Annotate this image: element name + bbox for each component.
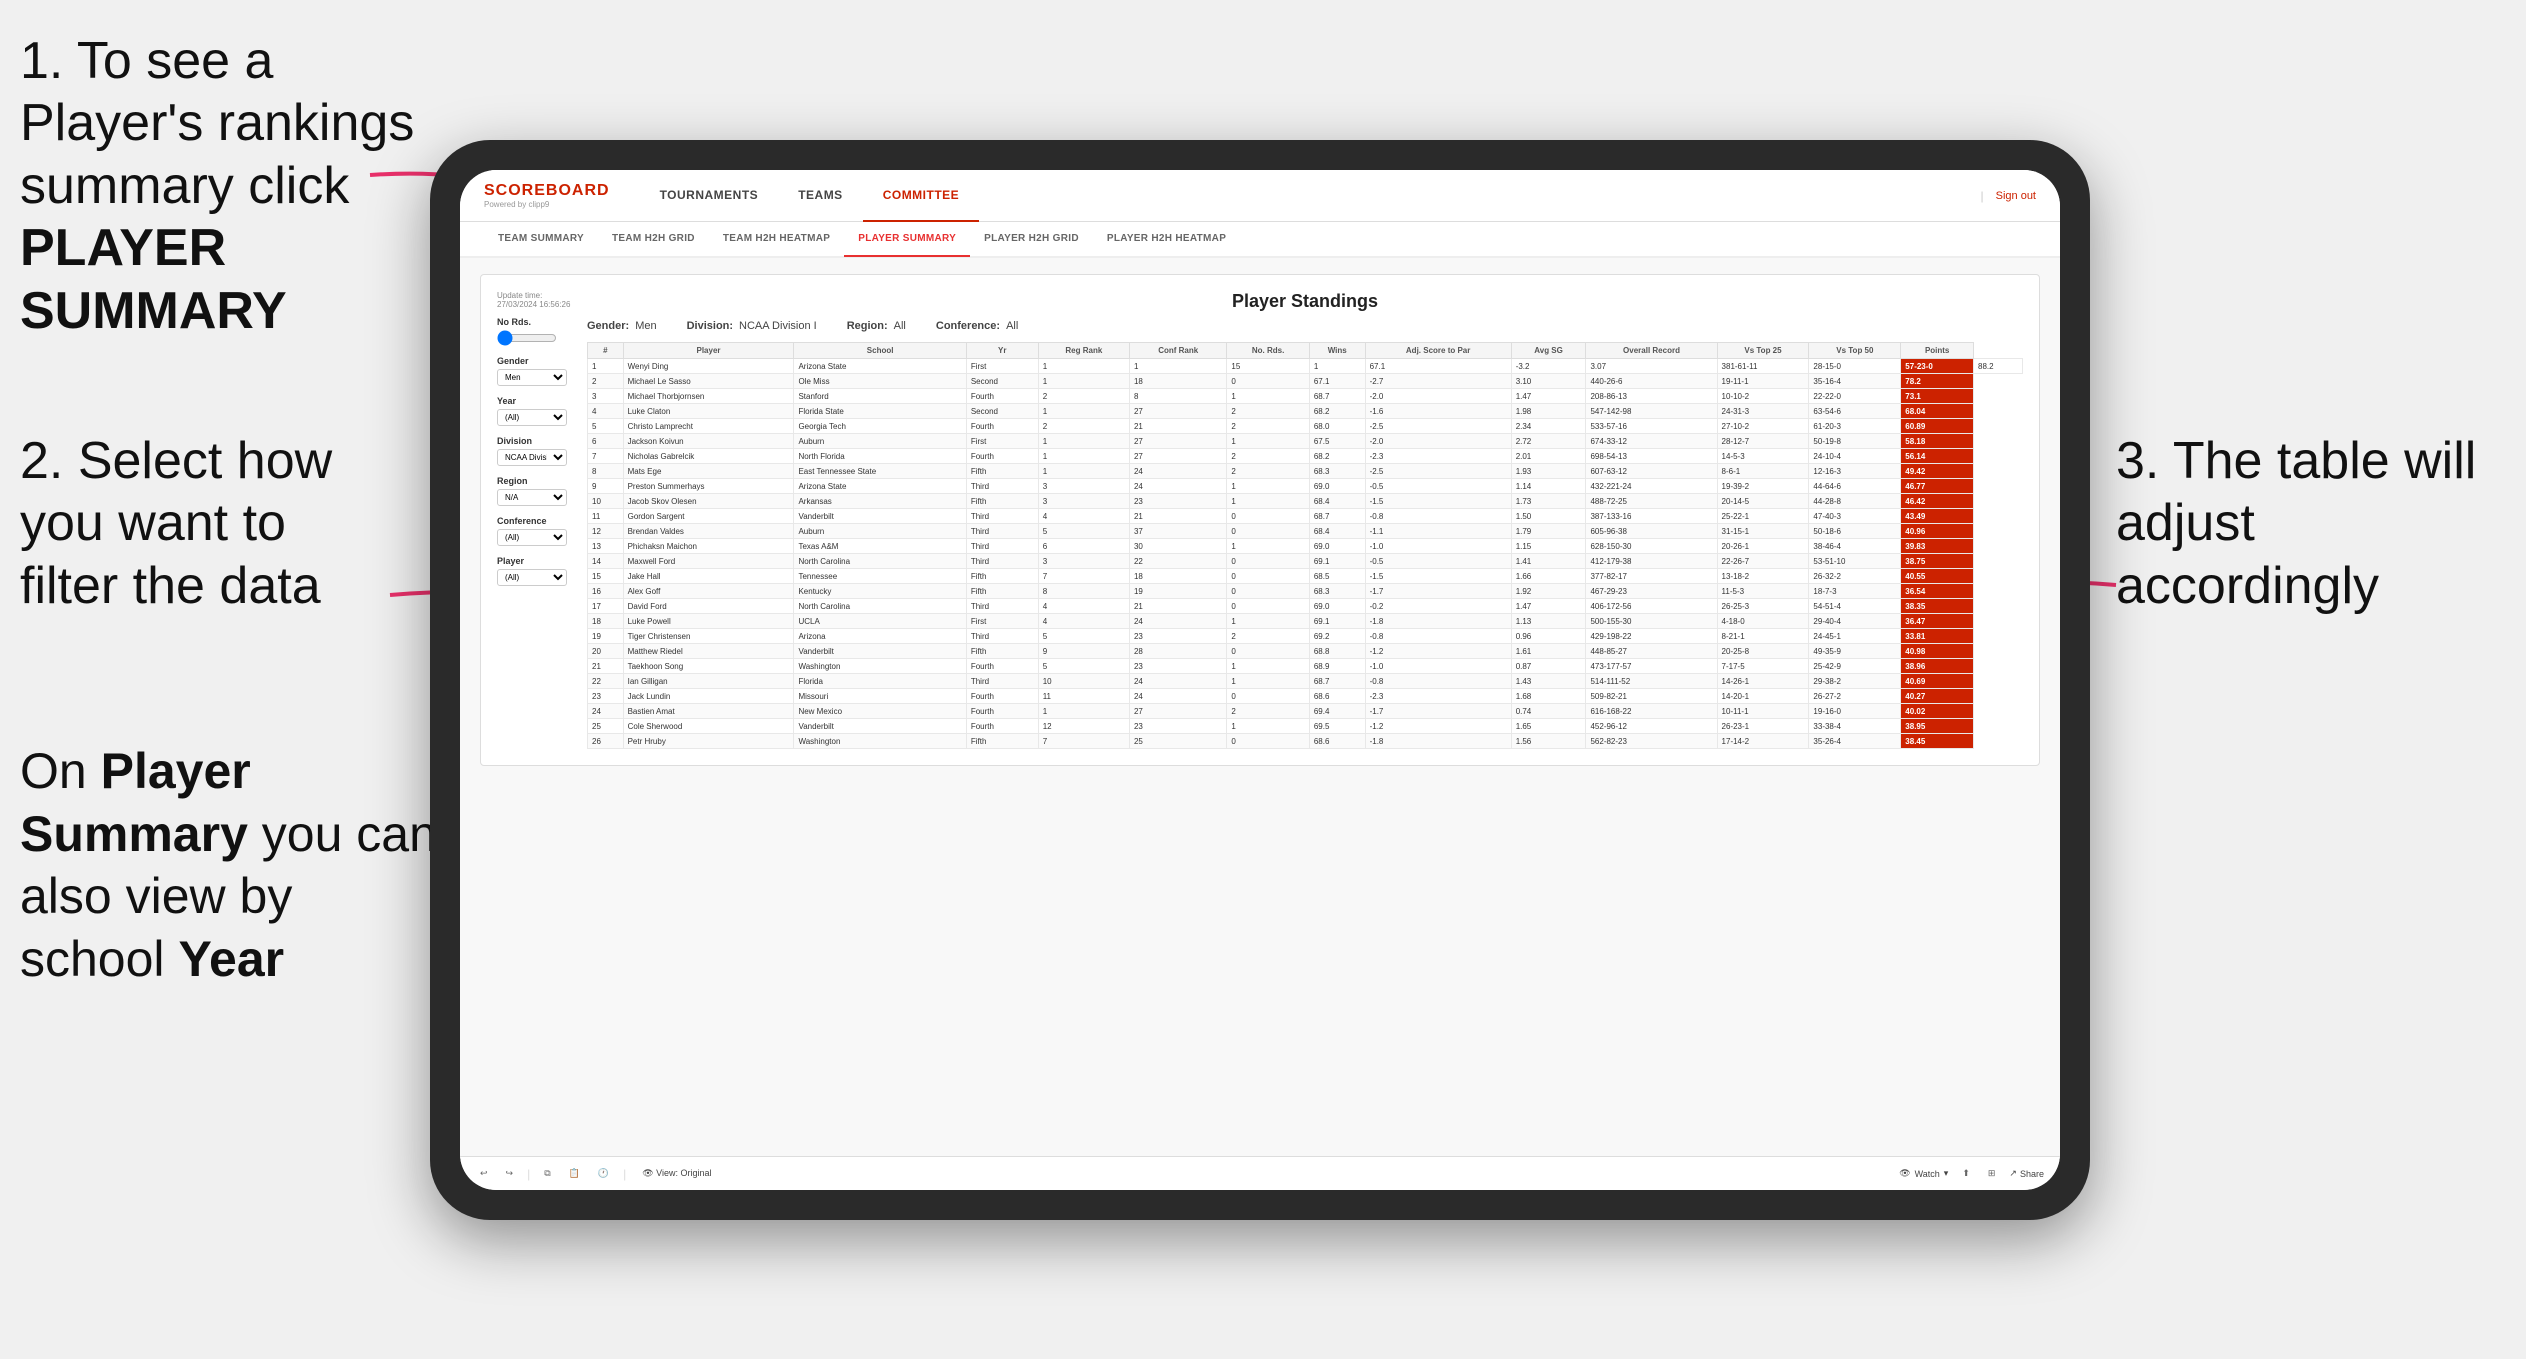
table-row: 3Michael ThorbjornsenStanfordFourth28168…	[588, 389, 2023, 404]
undo-button[interactable]: ↩	[476, 1166, 492, 1181]
redo-button[interactable]: ↪	[502, 1166, 518, 1181]
standings-title: Player Standings	[587, 291, 2023, 312]
col-conf-rank: Conf Rank	[1129, 343, 1226, 359]
copy-button[interactable]: ⧉	[540, 1166, 554, 1181]
table-row: 17David FordNorth CarolinaThird421069.0-…	[588, 599, 2023, 614]
col-player: Player	[623, 343, 794, 359]
sub-nav-team-h2h-grid[interactable]: TEAM H2H GRID	[598, 221, 709, 257]
gender-control: Gender Men Women	[497, 356, 577, 386]
history-button[interactable]: 🕐	[594, 1166, 613, 1181]
table-row: 25Cole SherwoodVanderbiltFourth1223169.5…	[588, 719, 2023, 734]
table-row: 13Phichaksn MaichonTexas A&MThird630169.…	[588, 539, 2023, 554]
division-select[interactable]: NCAA Division I	[497, 449, 567, 466]
table-row: 20Matthew RiedelVanderbiltFifth928068.8-…	[588, 644, 2023, 659]
table-row: 10Jacob Skov OlesenArkansasFifth323168.4…	[588, 494, 2023, 509]
standings-table: # Player School Yr Reg Rank Conf Rank No…	[587, 342, 2023, 749]
col-adj-score: Adj. Score to Par	[1365, 343, 1511, 359]
table-row: 2Michael Le SassoOle MissSecond118067.1-…	[588, 374, 2023, 389]
player-control: Player (All)	[497, 556, 577, 586]
layout-button[interactable]: ⊞	[1984, 1166, 2000, 1181]
col-yr: Yr	[966, 343, 1038, 359]
controls-panel: Update time: 27/03/2024 16:56:26 No Rds.…	[497, 291, 577, 749]
gender-select[interactable]: Men Women	[497, 369, 567, 386]
tablet-screen: SCOREBOARD Powered by clipp9 TOURNAMENTS…	[460, 170, 2060, 1190]
col-points: Points	[1901, 343, 1974, 359]
division-control: Division NCAA Division I	[497, 436, 577, 466]
col-vs-top50: Vs Top 50	[1809, 343, 1901, 359]
main-nav: TOURNAMENTS TEAMS COMMITTEE	[640, 170, 1981, 222]
no-rds-control: No Rds.	[497, 317, 577, 346]
table-row: 24Bastien AmatNew MexicoFourth127269.4-1…	[588, 704, 2023, 719]
share-button[interactable]: ↗ Share	[2009, 1168, 2044, 1179]
data-table-wrapper: # Player School Yr Reg Rank Conf Rank No…	[587, 342, 2023, 749]
instruction-note: On Player Summary you can also view by s…	[20, 740, 440, 990]
table-row: 7Nicholas GabrelcikNorth FloridaFourth12…	[588, 449, 2023, 464]
export-button[interactable]: ⬆	[1958, 1166, 1974, 1181]
sub-nav-player-h2h-grid[interactable]: PLAYER H2H GRID	[970, 221, 1093, 257]
table-row: 12Brendan ValdesAuburnThird537068.4-1.11…	[588, 524, 2023, 539]
logo-sub: Powered by clipp9	[484, 200, 610, 209]
table-row: 15Jake HallTennesseeFifth718068.5-1.51.6…	[588, 569, 2023, 584]
app-header: SCOREBOARD Powered by clipp9 TOURNAMENTS…	[460, 170, 2060, 222]
logo-text: SCOREBOARD	[484, 182, 610, 200]
nav-tournaments[interactable]: TOURNAMENTS	[640, 170, 779, 222]
instruction-step1: 1. To see a Player's rankings summary cl…	[20, 30, 440, 342]
main-content: Update time: 27/03/2024 16:56:26 No Rds.…	[460, 258, 2060, 1156]
update-time: Update time: 27/03/2024 16:56:26	[497, 291, 577, 309]
table-row: 19Tiger ChristensenArizonaThird523269.2-…	[588, 629, 2023, 644]
view-label: 👁 View: Original	[642, 1168, 711, 1179]
table-row: 23Jack LundinMissouriFourth1124068.6-2.3…	[588, 689, 2023, 704]
table-row: 6Jackson KoivunAuburnFirst127167.5-2.02.…	[588, 434, 2023, 449]
table-row: 21Taekhoon SongWashingtonFourth523168.9-…	[588, 659, 2023, 674]
col-school: School	[794, 343, 966, 359]
table-row: 16Alex GoffKentuckyFifth819068.3-1.71.92…	[588, 584, 2023, 599]
instruction-step3: 3. The table will adjust accordingly	[2116, 430, 2496, 617]
sign-out-button[interactable]: Sign out	[1996, 190, 2036, 202]
table-row: 8Mats EgeEast Tennessee StateFifth124268…	[588, 464, 2023, 479]
player-select[interactable]: (All)	[497, 569, 567, 586]
sub-nav-team-summary[interactable]: TEAM SUMMARY	[484, 221, 598, 257]
year-select[interactable]: (All) First Second Third Fourth Fifth	[497, 409, 567, 426]
conference-control: Conference (All)	[497, 516, 577, 546]
col-overall-record: Overall Record	[1586, 343, 1717, 359]
col-no-rds: No. Rds.	[1227, 343, 1309, 359]
paste-button[interactable]: 📋	[565, 1166, 584, 1181]
no-rds-slider[interactable]	[497, 330, 557, 346]
col-reg-rank: Reg Rank	[1038, 343, 1129, 359]
nav-committee[interactable]: COMMITTEE	[863, 170, 980, 222]
sub-nav-player-h2h-heatmap[interactable]: PLAYER H2H HEATMAP	[1093, 221, 1240, 257]
bottom-toolbar: ↩ ↪ | ⧉ 📋 🕐 | 👁 View: Original 👁 Watch ▾…	[460, 1156, 2060, 1190]
instruction-step2: 2. Select how you want to filter the dat…	[20, 430, 400, 617]
header-right: | Sign out	[1981, 189, 2037, 203]
region-select[interactable]: N/A	[497, 489, 567, 506]
table-row: 5Christo LamprechtGeorgia TechFourth2212…	[588, 419, 2023, 434]
table-row: 9Preston SummerhaysArizona StateThird324…	[588, 479, 2023, 494]
content-card: Update time: 27/03/2024 16:56:26 No Rds.…	[480, 274, 2040, 766]
data-section: Player Standings Gender: Men Division: N…	[587, 291, 2023, 749]
year-control: Year (All) First Second Third Fourth Fif…	[497, 396, 577, 426]
col-rank: #	[588, 343, 624, 359]
tablet-frame: SCOREBOARD Powered by clipp9 TOURNAMENTS…	[430, 140, 2090, 1220]
logo-area: SCOREBOARD Powered by clipp9	[484, 182, 610, 209]
table-row: 26Petr HrubyWashingtonFifth725068.6-1.81…	[588, 734, 2023, 749]
col-vs-top25: Vs Top 25	[1717, 343, 1809, 359]
table-row: 22Ian GilliganFloridaThird1024168.7-0.81…	[588, 674, 2023, 689]
table-row: 14Maxwell FordNorth CarolinaThird322069.…	[588, 554, 2023, 569]
region-control: Region N/A	[497, 476, 577, 506]
col-avg-sg: Avg SG	[1511, 343, 1586, 359]
sub-nav-team-h2h-heatmap[interactable]: TEAM H2H HEATMAP	[709, 221, 844, 257]
col-wins: Wins	[1309, 343, 1365, 359]
sub-nav-player-summary[interactable]: PLAYER SUMMARY	[844, 221, 970, 257]
table-row: 18Luke PowellUCLAFirst424169.1-1.81.1350…	[588, 614, 2023, 629]
filter-row: Gender: Men Division: NCAA Division I Re…	[587, 320, 2023, 332]
sub-nav: TEAM SUMMARY TEAM H2H GRID TEAM H2H HEAT…	[460, 222, 2060, 258]
watch-button[interactable]: 👁 Watch ▾	[1899, 1168, 1948, 1179]
table-row: 1Wenyi DingArizona StateFirst1115167.1-3…	[588, 359, 2023, 374]
table-row: 4Luke ClatonFlorida StateSecond127268.2-…	[588, 404, 2023, 419]
table-row: 11Gordon SargentVanderbiltThird421068.7-…	[588, 509, 2023, 524]
nav-teams[interactable]: TEAMS	[778, 170, 863, 222]
conference-select[interactable]: (All)	[497, 529, 567, 546]
